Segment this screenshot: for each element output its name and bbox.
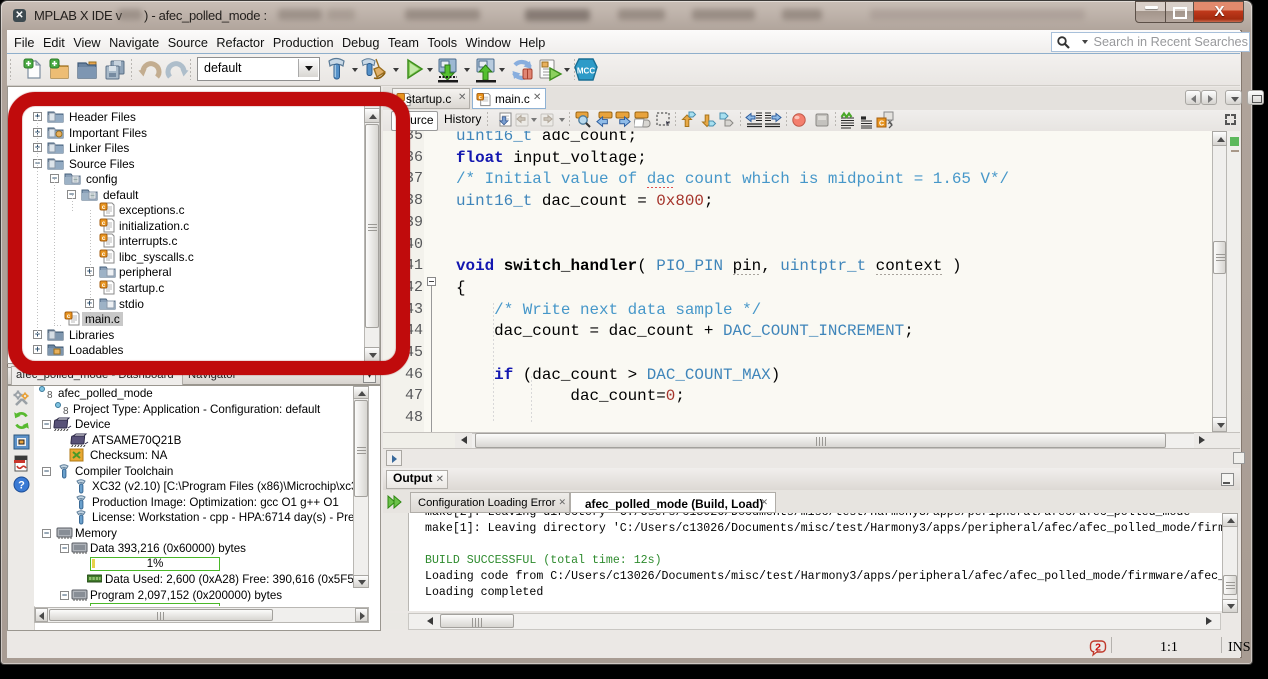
svg-text:8: 8 <box>47 390 53 400</box>
svg-text:MCC: MCC <box>577 67 595 76</box>
svg-text:c: c <box>479 95 482 101</box>
svg-text:8: 8 <box>63 406 69 416</box>
svg-text:C: C <box>879 121 884 128</box>
svg-text:?: ? <box>18 480 25 492</box>
svg-text:2: 2 <box>1095 642 1101 654</box>
